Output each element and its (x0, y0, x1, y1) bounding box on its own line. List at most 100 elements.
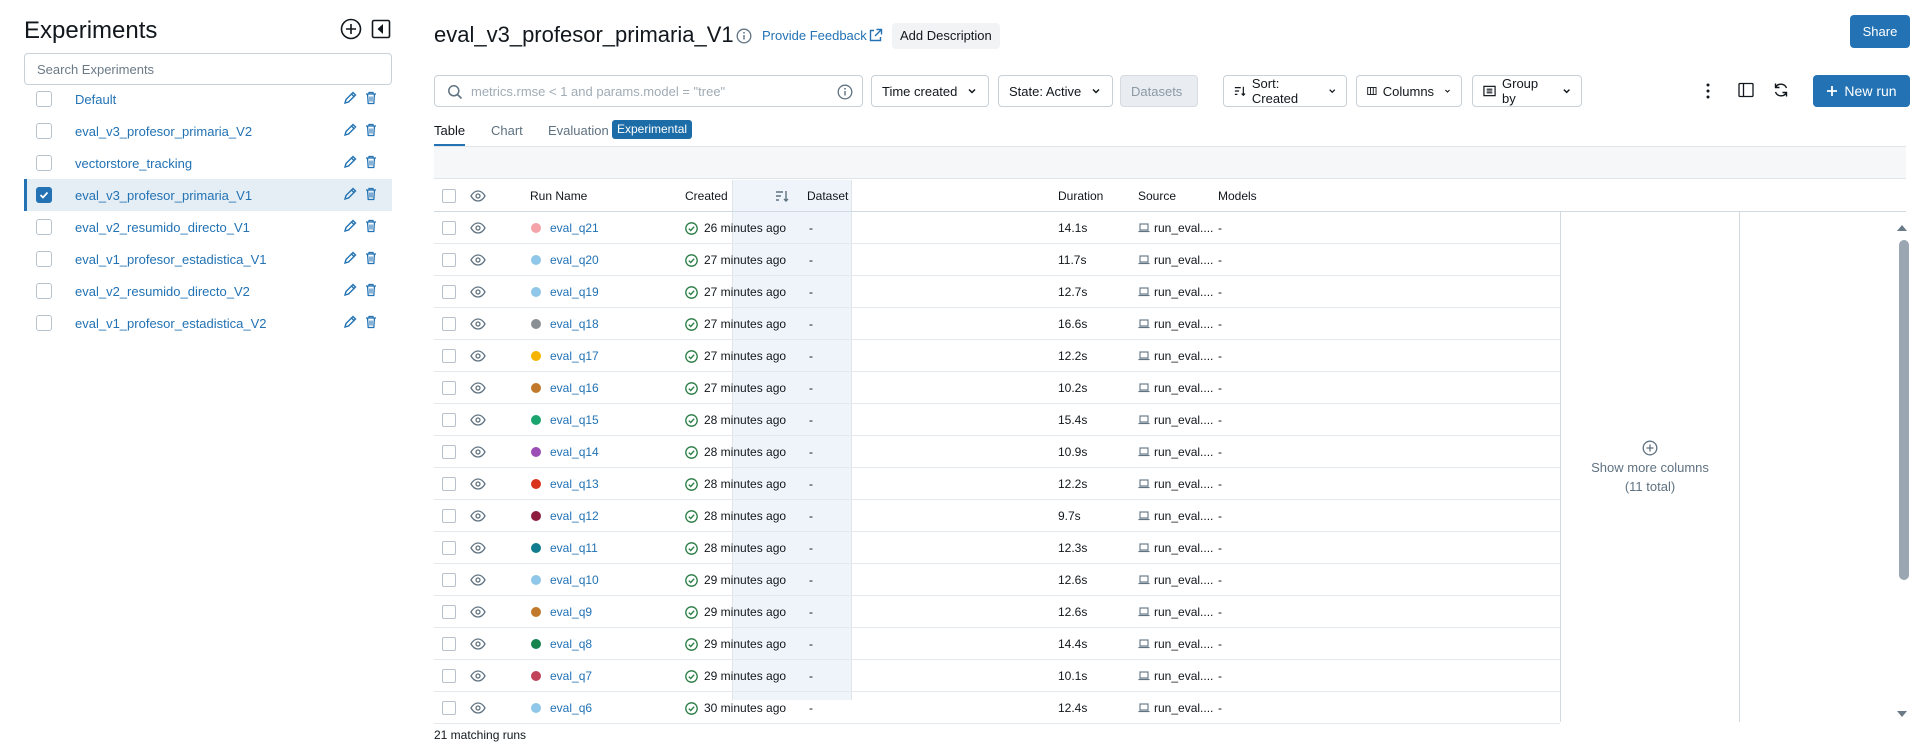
eye-icon[interactable] (470, 692, 486, 724)
row-checkbox[interactable] (442, 276, 456, 308)
edit-icon[interactable] (343, 187, 357, 204)
eye-icon[interactable] (470, 180, 486, 212)
edit-icon[interactable] (343, 283, 357, 300)
row-checkbox[interactable] (442, 404, 456, 436)
tab-chart[interactable]: Chart (491, 120, 523, 146)
run-name-link[interactable]: eval_q20 (550, 253, 599, 267)
experiment-checkbox[interactable] (36, 283, 52, 299)
add-description-button[interactable]: Add Description (892, 23, 1000, 49)
source-value[interactable]: run_eval.... (1154, 285, 1213, 299)
share-button[interactable]: Share (1850, 15, 1910, 48)
filter-search[interactable] (434, 75, 863, 107)
experiment-item[interactable]: eval_v3_profesor_primaria_V2 (24, 115, 392, 147)
source-value[interactable]: run_eval.... (1154, 509, 1213, 523)
source-value[interactable]: run_eval.... (1154, 605, 1213, 619)
header-dataset[interactable]: Dataset (807, 180, 848, 212)
run-name-link[interactable]: eval_q13 (550, 477, 599, 491)
state-dropdown[interactable]: State: Active (998, 75, 1113, 107)
run-name-link[interactable]: eval_q15 (550, 413, 599, 427)
edit-icon[interactable] (343, 155, 357, 172)
source-value[interactable]: run_eval.... (1154, 317, 1213, 331)
source-value[interactable]: run_eval.... (1154, 381, 1213, 395)
trash-icon[interactable] (365, 123, 377, 140)
run-color-dot[interactable] (531, 415, 541, 425)
run-color-dot[interactable] (531, 447, 541, 457)
run-color-dot[interactable] (531, 543, 541, 553)
table-row[interactable]: eval_q17 27 minutes ago - 12.2s run_eval....… (434, 340, 1560, 372)
table-row[interactable]: eval_q14 28 minutes ago - 10.9s run_eval....… (434, 436, 1560, 468)
trash-icon[interactable] (365, 315, 377, 332)
trash-icon[interactable] (365, 251, 377, 268)
scrollbar-thumb[interactable] (1899, 240, 1909, 580)
experiment-checkbox[interactable] (36, 123, 52, 139)
experiment-item[interactable]: Default (24, 83, 392, 115)
experiment-name[interactable]: eval_v1_profesor_estadistica_V1 (75, 252, 267, 267)
scroll-down-icon[interactable] (1896, 706, 1908, 721)
source-value[interactable]: run_eval.... (1154, 445, 1213, 459)
trash-icon[interactable] (365, 283, 377, 300)
eye-icon[interactable] (470, 404, 486, 436)
experiment-item[interactable]: eval_v1_profesor_estadistica_V2 (24, 307, 392, 339)
select-all-checkbox[interactable] (442, 180, 456, 212)
experiment-name[interactable]: Default (75, 92, 116, 107)
group-by-dropdown[interactable]: Group by (1472, 75, 1582, 107)
run-color-dot[interactable] (531, 575, 541, 585)
experiment-name[interactable]: eval_v2_resumido_directo_V2 (75, 284, 250, 299)
eye-icon[interactable] (470, 308, 486, 340)
run-color-dot[interactable] (531, 223, 541, 233)
row-checkbox[interactable] (442, 628, 456, 660)
eye-icon[interactable] (470, 500, 486, 532)
trash-icon[interactable] (365, 91, 377, 108)
experiment-name[interactable]: eval_v2_resumido_directo_V1 (75, 220, 250, 235)
eye-icon[interactable] (470, 564, 486, 596)
table-row[interactable]: eval_q19 27 minutes ago - 12.7s run_eval....… (434, 276, 1560, 308)
experiment-name[interactable]: vectorstore_tracking (75, 156, 192, 171)
table-row[interactable]: eval_q12 28 minutes ago -9.7s run_eval.... - (434, 500, 1560, 532)
source-value[interactable]: run_eval.... (1154, 477, 1213, 491)
row-checkbox[interactable] (442, 500, 456, 532)
show-more-columns[interactable]: Show more columns (11 total) (1560, 212, 1740, 722)
tab-evaluation[interactable]: Evaluation (548, 120, 609, 146)
table-row[interactable]: eval_q21 26 minutes ago - 14.1s run_eval....… (434, 212, 1560, 244)
eye-icon[interactable] (470, 628, 486, 660)
edit-icon[interactable] (343, 91, 357, 108)
experiment-item[interactable]: eval_v2_resumido_directo_V1 (24, 211, 392, 243)
scroll-up-icon[interactable] (1896, 220, 1908, 235)
run-color-dot[interactable] (531, 479, 541, 489)
experiment-checkbox[interactable] (36, 315, 52, 331)
header-run-name[interactable]: Run Name (530, 180, 587, 212)
collapse-sidebar-icon[interactable] (370, 18, 392, 40)
edit-icon[interactable] (343, 123, 357, 140)
header-created[interactable]: Created (685, 180, 728, 212)
experiment-name[interactable]: eval_v1_profesor_estadistica_V2 (75, 316, 267, 331)
source-value[interactable]: run_eval.... (1154, 253, 1213, 267)
table-row[interactable]: eval_q20 27 minutes ago - 11.7s run_eval....… (434, 244, 1560, 276)
eye-icon[interactable] (470, 212, 486, 244)
run-name-link[interactable]: eval_q6 (550, 701, 592, 715)
table-row[interactable]: eval_q13 28 minutes ago - 12.2s run_eval....… (434, 468, 1560, 500)
header-duration[interactable]: Duration (1058, 180, 1103, 212)
run-color-dot[interactable] (531, 351, 541, 361)
table-row[interactable]: eval_q8 29 minutes ago -14.4s run_eval.... - (434, 628, 1560, 660)
table-row[interactable]: eval_q6 30 minutes ago -12.4s run_eval.... - (434, 692, 1560, 724)
search-experiments-input[interactable] (24, 53, 392, 85)
eye-icon[interactable] (470, 244, 486, 276)
experiment-checkbox[interactable] (36, 187, 52, 203)
table-row[interactable]: eval_q16 27 minutes ago - 10.2s run_eval....… (434, 372, 1560, 404)
run-name-link[interactable]: eval_q11 (550, 541, 598, 555)
trash-icon[interactable] (365, 155, 377, 172)
sort-desc-icon[interactable] (775, 180, 789, 212)
tab-table[interactable]: Table (434, 120, 466, 146)
experiment-checkbox[interactable] (36, 155, 52, 171)
eye-icon[interactable] (470, 340, 486, 372)
run-color-dot[interactable] (531, 383, 541, 393)
row-checkbox[interactable] (442, 436, 456, 468)
eye-icon[interactable] (470, 596, 486, 628)
refresh-icon[interactable] (1773, 82, 1789, 101)
source-value[interactable]: run_eval.... (1154, 637, 1213, 651)
row-checkbox[interactable] (442, 532, 456, 564)
run-name-link[interactable]: eval_q8 (550, 637, 592, 651)
run-name-link[interactable]: eval_q16 (550, 381, 599, 395)
filter-input[interactable] (471, 82, 821, 100)
kebab-menu-icon[interactable] (1705, 83, 1711, 102)
